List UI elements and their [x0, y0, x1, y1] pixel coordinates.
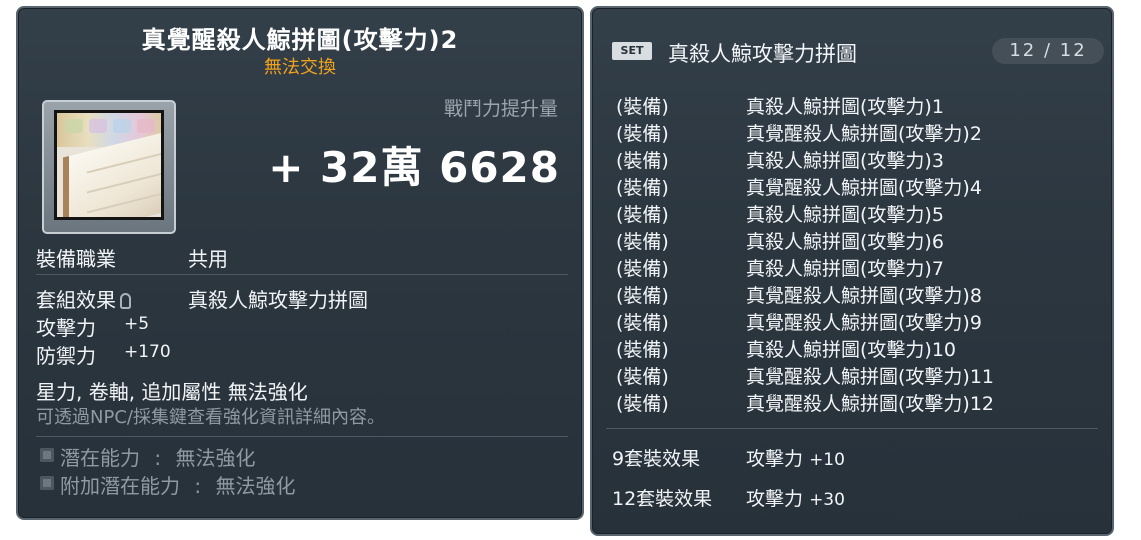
piece-tag: (裝備) — [616, 96, 669, 118]
piece-name: 真殺人鯨拼圖(攻擊力)10 — [746, 339, 957, 361]
power-increase-value: + 32萬 6628 — [268, 143, 560, 192]
piece-tag: (裝備) — [616, 150, 669, 172]
piece-name: 真覺醒殺人鯨拼圖(攻擊力)4 — [746, 177, 982, 199]
effect-stat: 攻擊力 — [746, 488, 804, 510]
piece-tag: (裝備) — [616, 231, 669, 253]
divider — [36, 274, 568, 275]
set-info-panel: SET 真殺人鯨攻擊力拼圖 12 / 12 (裝備) 真殺人鯨拼圖(攻擊力)1 (… — [590, 6, 1114, 536]
piece-name: 真覺醒殺人鯨拼圖(攻擊力)2 — [746, 123, 982, 145]
stat-defense-label: 防禦力 — [36, 344, 96, 368]
effect-stat: 攻擊力 — [746, 448, 804, 470]
set-count-badge: 12 / 12 — [992, 38, 1104, 64]
set-badge: SET — [612, 42, 652, 60]
piece-tag: (裝備) — [616, 393, 669, 415]
potential-label: 潛在能力 — [60, 446, 140, 470]
piece-tag: (裝備) — [616, 258, 669, 280]
job-label: 裝備職業 — [36, 247, 116, 271]
bonus-potential-separator: : — [194, 474, 202, 498]
piece-name: 真覺醒殺人鯨拼圖(攻擊力)11 — [746, 366, 995, 388]
divider — [36, 436, 568, 437]
divider — [606, 428, 1098, 429]
bonus-potential-row: 附加潛在能力 : 無法強化 — [60, 470, 295, 499]
piece-name: 真殺人鯨拼圖(攻擊力)1 — [746, 96, 944, 118]
set-effect-9: 9套裝效果 攻擊力 +10 — [612, 444, 845, 471]
set-effect-12: 12套裝效果 攻擊力 +30 — [612, 484, 845, 511]
potential-separator: : — [154, 446, 162, 470]
piece-name: 真覺醒殺人鯨拼圖(攻擊力)12 — [746, 393, 995, 415]
job-value: 共用 — [188, 247, 228, 271]
stat-defense-value: +170 — [124, 342, 171, 362]
stat-attack-label: 攻擊力 — [36, 316, 96, 340]
potential-row: 潛在能力 : 無法強化 — [60, 442, 255, 471]
puzzle-item-icon — [54, 110, 164, 220]
set-effect-label: 套組效果 — [36, 288, 116, 312]
piece-tag: (裝備) — [616, 312, 669, 334]
bonus-potential-value: 無法強化 — [215, 474, 296, 498]
effect-amount: +10 — [809, 450, 845, 470]
piece-name: 真殺人鯨拼圖(攻擊力)3 — [746, 150, 944, 172]
lock-icon[interactable] — [120, 293, 131, 309]
piece-name: 真覺醒殺人鯨拼圖(攻擊力)8 — [746, 285, 982, 307]
item-tooltip-panel: 真覺醒殺人鯨拼圖(攻擊力)2 無法交換 戰鬥力提升量 + 32萬 6628 裝備… — [16, 6, 584, 520]
item-icon-frame — [42, 100, 176, 234]
item-title: 真覺醒殺人鯨拼圖(攻擊力)2 — [141, 26, 459, 54]
bonus-potential-bullet-icon — [40, 476, 54, 490]
enhance-hint: 可透過NPC/採集鍵查看強化資訊詳細內容。 — [36, 407, 385, 428]
piece-name: 真殺人鯨拼圖(攻擊力)5 — [746, 204, 944, 226]
set-title: 真殺人鯨攻擊力拼圖 — [668, 42, 857, 66]
bonus-potential-label: 附加潛在能力 — [60, 474, 180, 498]
piece-tag: (裝備) — [616, 285, 669, 307]
piece-tag: (裝備) — [616, 177, 669, 199]
piece-name: 真殺人鯨拼圖(攻擊力)7 — [746, 258, 944, 280]
effect-value: 攻擊力 +30 — [746, 484, 845, 511]
potential-value: 無法強化 — [175, 446, 256, 470]
piece-tag: (裝備) — [616, 123, 669, 145]
effect-label: 12套裝效果 — [612, 488, 713, 510]
effect-label: 9套裝效果 — [612, 448, 701, 470]
effect-amount: +30 — [809, 490, 845, 510]
piece-name: 真覺醒殺人鯨拼圖(攻擊力)9 — [746, 312, 982, 334]
trade-status: 無法交換 — [264, 57, 336, 78]
set-effect-row: 套組效果 — [36, 284, 131, 313]
piece-name: 真殺人鯨拼圖(攻擊力)6 — [746, 231, 944, 253]
potential-bullet-icon — [40, 448, 54, 462]
enhance-note: 星力, 卷軸, 追加屬性 無法強化 — [36, 380, 308, 404]
stat-attack-value: +5 — [124, 314, 150, 334]
piece-tag: (裝備) — [616, 204, 669, 226]
set-effect-value: 真殺人鯨攻擊力拼圖 — [188, 288, 368, 312]
effect-value: 攻擊力 +10 — [746, 444, 845, 471]
piece-tag: (裝備) — [616, 366, 669, 388]
power-increase-label: 戰鬥力提升量 — [443, 98, 558, 120]
piece-tag: (裝備) — [616, 339, 669, 361]
